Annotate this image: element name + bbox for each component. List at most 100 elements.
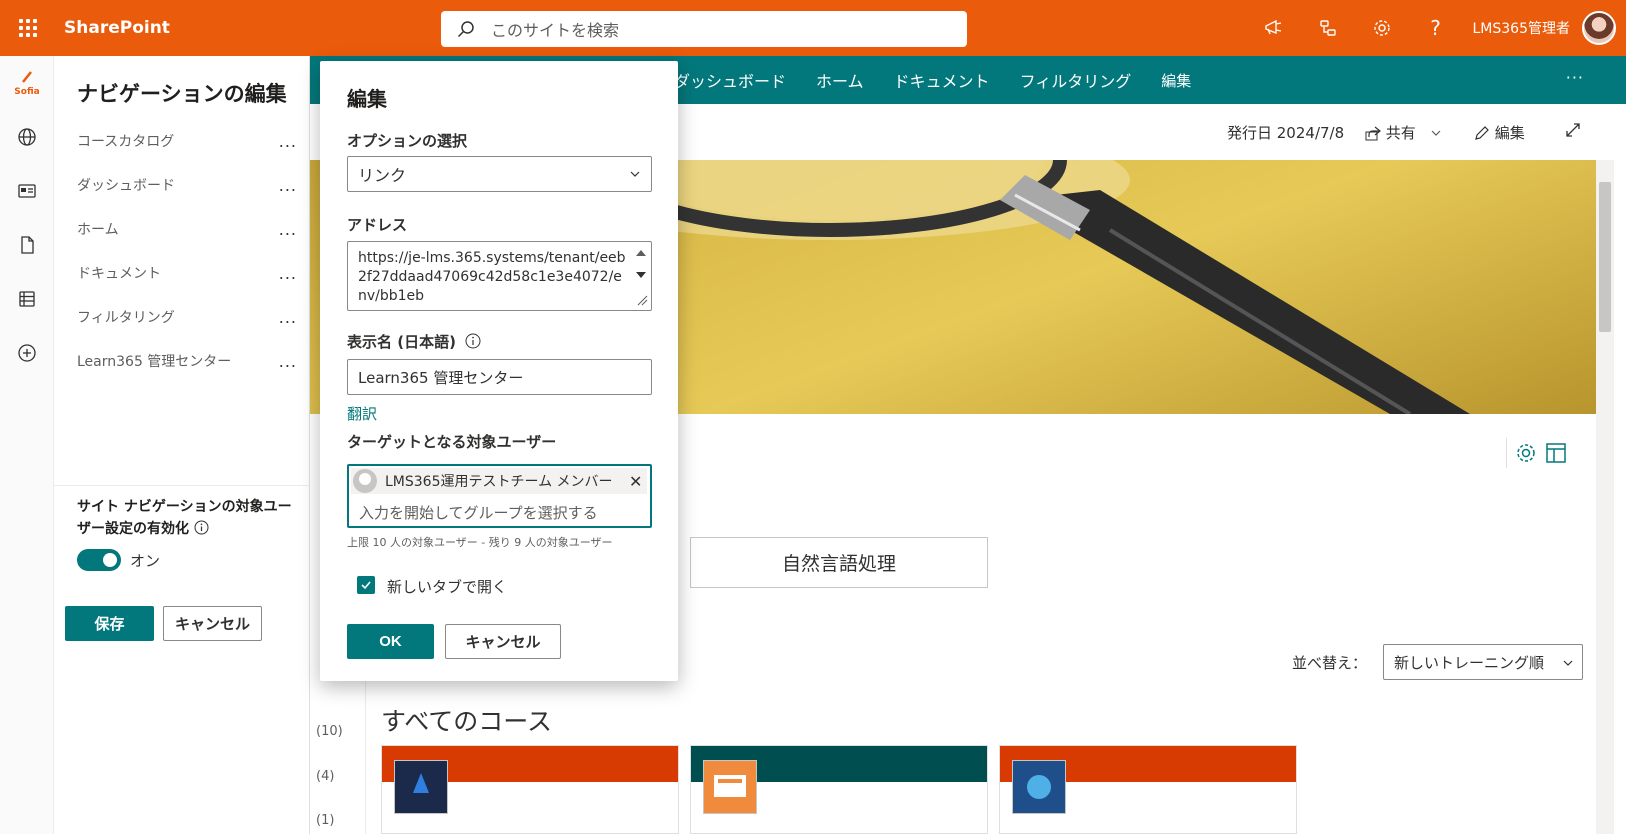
display-name-label: 表示名 (日本語) <box>347 331 481 352</box>
search-box[interactable]: このサイトを検索 <box>441 11 967 47</box>
address-label: アドレス <box>347 216 408 234</box>
edit-button[interactable]: 編集 <box>1474 122 1525 143</box>
nlp-category-button[interactable]: 自然言語処理 <box>690 537 988 588</box>
site-nav-home[interactable]: ホーム <box>816 68 864 92</box>
new-tab-checkbox[interactable] <box>357 576 375 594</box>
checkmark-icon <box>361 581 371 590</box>
panel-divider <box>54 485 310 486</box>
site-nav-edit[interactable]: 編集 <box>1161 70 1191 91</box>
picker-placeholder[interactable]: 入力を開始してグループを選択する <box>359 502 598 523</box>
layout-icon[interactable] <box>1545 442 1567 464</box>
more-options-button[interactable]: ... <box>279 352 297 371</box>
waffle-icon <box>19 19 37 37</box>
share-button[interactable]: 共有 <box>1365 122 1441 143</box>
brand-name[interactable]: SharePoint <box>64 18 444 38</box>
course-card[interactable] <box>690 745 988 834</box>
site-nav-filtering[interactable]: フィルタリング <box>1020 68 1132 92</box>
sort-dropdown[interactable]: 新しいトレーニング順 <box>1383 644 1583 680</box>
site-nav-more-button[interactable]: ··· <box>1566 68 1584 87</box>
chevron-down-icon <box>1431 130 1441 136</box>
sort-value: 新しいトレーニング順 <box>1394 653 1545 672</box>
new-tab-label[interactable]: 新しいタブで開く <box>387 576 507 597</box>
search-placeholder: このサイトを検索 <box>491 21 620 40</box>
audience-picker[interactable]: LMS365運用テストチーム メンバー ✕ 入力を開始してグループを選択する <box>347 464 652 528</box>
cancel-button[interactable]: キャンセル <box>163 606 262 641</box>
settings-icon[interactable] <box>1355 0 1409 56</box>
edit-link-dialog: 編集 オプションの選択 リンク アドレス https://je-lms.365.… <box>320 61 678 681</box>
nav-item-label: ドキュメント <box>77 266 161 282</box>
section-tools <box>1506 438 1566 468</box>
help-icon[interactable]: ? <box>1409 0 1463 56</box>
translate-link[interactable]: 翻訳 <box>347 403 377 424</box>
audience-targeting-text: サイト ナビゲーションの対象ユーザー設定の有効化 <box>77 499 292 537</box>
info-icon[interactable] <box>194 520 209 535</box>
page-scrollbar-thumb[interactable] <box>1599 182 1611 332</box>
nav-item-label: Learn365 管理センター <box>77 354 232 370</box>
nav-item-label: コースカタログ <box>77 134 175 150</box>
avatar[interactable] <box>1582 11 1616 45</box>
sort-label: 並べ替え： <box>1292 654 1368 672</box>
group-avatar-icon <box>353 469 377 493</box>
site-nav-dashboard[interactable]: ダッシュボード <box>674 68 786 92</box>
site-nav-documents[interactable]: ドキュメント <box>894 68 990 92</box>
course-thumbnail <box>703 760 757 814</box>
nav-item-documents[interactable]: ドキュメント ... <box>77 258 297 288</box>
option-value: リンク <box>358 166 407 185</box>
remove-group-icon[interactable]: ✕ <box>629 472 642 491</box>
panel-title: ナビゲーションの編集 <box>77 82 287 106</box>
user-name[interactable]: LMS365管理者 <box>1473 18 1571 38</box>
option-select[interactable]: リンク <box>347 156 652 192</box>
save-button[interactable]: 保存 <box>65 606 154 641</box>
target-audience-label: ターゲットとなる対象ユーザー <box>347 433 557 451</box>
nav-item-label: フィルタリング <box>77 310 175 326</box>
globe-icon[interactable] <box>0 110 54 164</box>
nav-item-course-catalog[interactable]: コースカタログ ... <box>77 126 297 156</box>
ok-button[interactable]: OK <box>347 624 434 659</box>
textarea-scrollbar[interactable] <box>632 243 650 309</box>
settings-icon[interactable] <box>1515 442 1537 464</box>
nav-item-label: ホーム <box>77 222 119 238</box>
more-options-button[interactable]: ... <box>279 308 297 327</box>
dialog-cancel-button[interactable]: キャンセル <box>445 624 561 659</box>
nav-item-filtering[interactable]: フィルタリング ... <box>77 302 297 332</box>
nav-item-home[interactable]: ホーム ... <box>77 214 297 244</box>
published-date: 発行日 2024/7/8 <box>1227 124 1345 142</box>
share-label: 共有 <box>1385 124 1416 142</box>
address-value: https://je-lms.365.systems/tenant/eeb2f2… <box>358 250 626 304</box>
all-courses-heading: すべてのコース <box>381 707 553 736</box>
more-options-button[interactable]: ... <box>279 176 297 195</box>
selected-group-name: LMS365運用テストチーム メンバー <box>385 474 613 490</box>
connections-icon[interactable] <box>1301 0 1355 56</box>
course-card[interactable] <box>381 745 679 834</box>
toggle-label: オン <box>130 552 161 570</box>
nav-item-dashboard[interactable]: ダッシュボード ... <box>77 170 297 200</box>
document-icon[interactable] <box>0 218 54 272</box>
more-options-button[interactable]: ... <box>279 132 297 151</box>
suite-bar: SharePoint このサイトを検索 ? LMS365管理者 <box>0 0 1626 56</box>
more-options-button[interactable]: ... <box>279 220 297 239</box>
more-options-button[interactable]: ... <box>279 264 297 283</box>
share-icon <box>1365 126 1381 141</box>
app-launcher-button[interactable] <box>0 0 56 56</box>
news-icon[interactable] <box>0 164 54 218</box>
selected-group-pill[interactable]: LMS365運用テストチーム メンバー ✕ <box>351 468 647 494</box>
nav-item-learn365-admin[interactable]: Learn365 管理センター ... <box>77 346 297 376</box>
display-name-input[interactable]: Learn365 管理センター <box>347 359 652 395</box>
course-thumbnail <box>1012 760 1066 814</box>
count-label: (1) <box>316 813 335 828</box>
add-icon[interactable] <box>0 326 54 380</box>
option-label: オプションの選択 <box>347 132 468 150</box>
address-textarea[interactable]: https://je-lms.365.systems/tenant/eeb2f2… <box>347 241 652 311</box>
sofia-logo-text: Sofia <box>14 86 40 97</box>
course-card[interactable] <box>999 745 1297 834</box>
megaphone-icon[interactable] <box>1247 0 1301 56</box>
audience-targeting-label: サイト ナビゲーションの対象ユーザー設定の有効化 <box>77 496 297 540</box>
sofia-logo[interactable]: Sofia <box>0 56 54 110</box>
chevron-down-icon <box>1563 660 1573 666</box>
info-icon[interactable] <box>465 333 481 349</box>
edit-label: 編集 <box>1494 124 1525 142</box>
list-icon[interactable] <box>0 272 54 326</box>
navigation-edit-panel: ナビゲーションの編集 コースカタログ ... ダッシュボード ... ホーム .… <box>54 56 310 834</box>
audience-toggle[interactable] <box>77 549 121 571</box>
expand-icon[interactable] <box>1565 122 1581 142</box>
